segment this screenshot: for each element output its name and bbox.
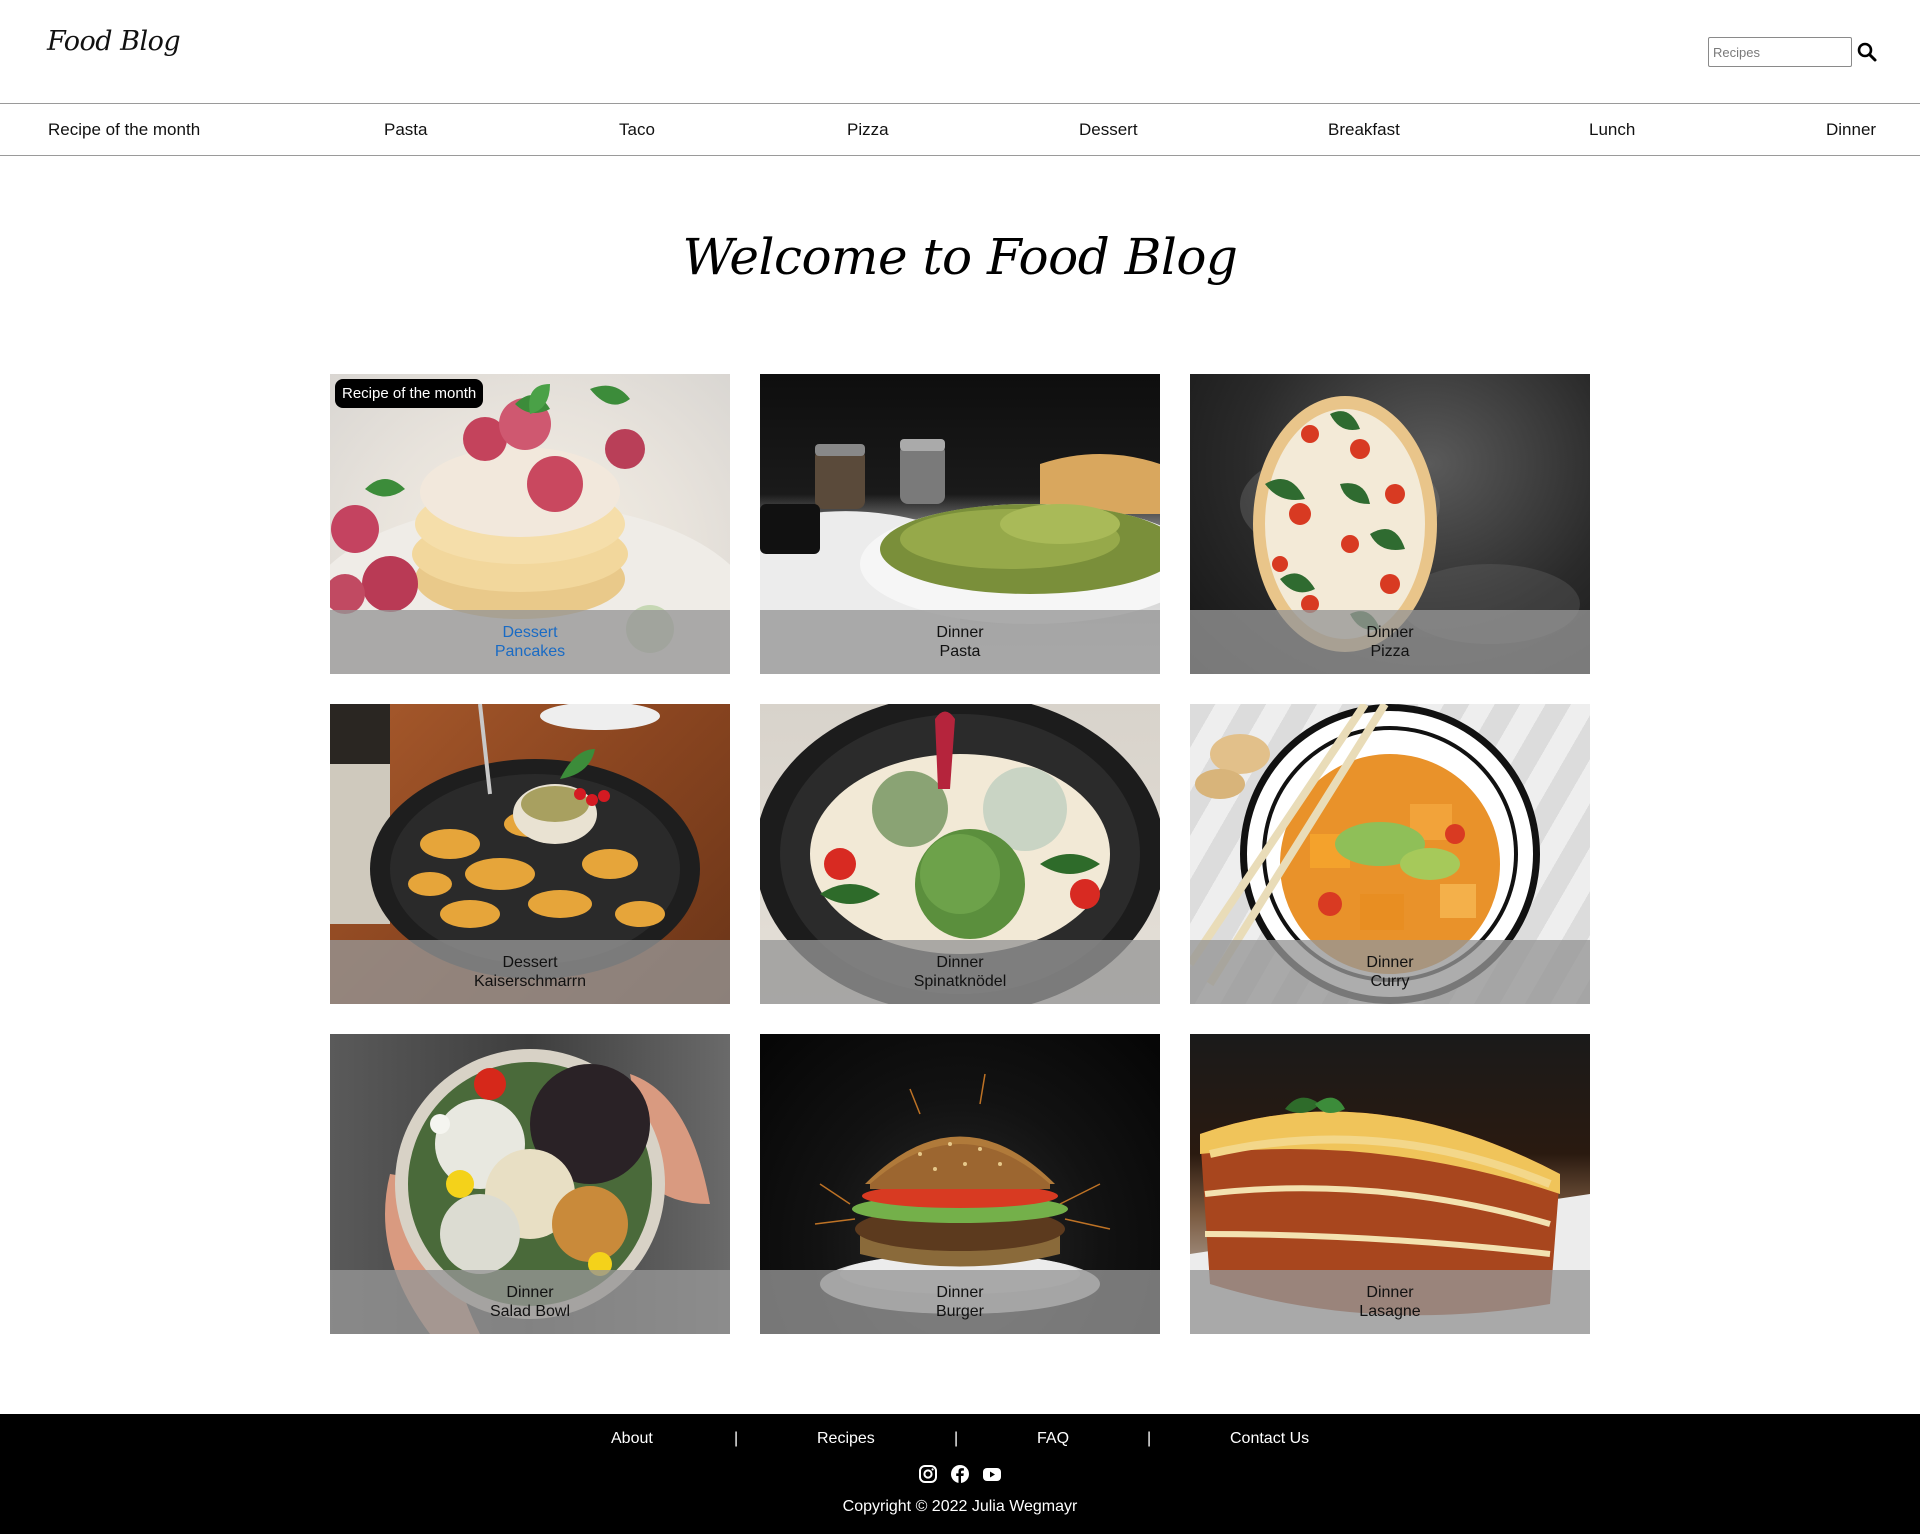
nav-item-pizza[interactable]: Pizza: [847, 120, 889, 140]
card-title[interactable]: Pancakes: [495, 642, 565, 661]
footer-link-recipes[interactable]: Recipes: [817, 1430, 875, 1448]
card-caption: Dinner Lasagne: [1190, 1270, 1590, 1334]
card-category[interactable]: Dessert: [502, 623, 557, 642]
youtube-icon[interactable]: [982, 1464, 1002, 1484]
card-title[interactable]: Pasta: [940, 642, 981, 661]
card-category[interactable]: Dinner: [936, 1283, 983, 1302]
card-title[interactable]: Pizza: [1370, 642, 1409, 661]
card-title[interactable]: Spinatknödel: [914, 972, 1007, 991]
footer-separator: |: [734, 1430, 739, 1447]
page-title: Welcome to Food Blog: [682, 228, 1238, 286]
recipe-card-spinatknoedel[interactable]: Dinner Spinatknödel: [760, 704, 1160, 1004]
card-category[interactable]: Dinner: [936, 623, 983, 642]
card-caption: Dinner Burger: [760, 1270, 1160, 1334]
nav-item-lunch[interactable]: Lunch: [1589, 120, 1635, 140]
card-category[interactable]: Dinner: [506, 1283, 553, 1302]
site-footer: About | Recipes | FAQ | Contact Us Copyr…: [0, 1414, 1920, 1534]
nav-item-dessert[interactable]: Dessert: [1079, 120, 1138, 140]
card-title[interactable]: Lasagne: [1359, 1302, 1420, 1321]
recipe-card-pasta[interactable]: Dinner Pasta: [760, 374, 1160, 674]
card-caption: Dinner Pizza: [1190, 610, 1590, 674]
recipe-of-the-month-badge: Recipe of the month: [335, 379, 484, 408]
recipe-grid: Recipe of the month Dessert Pancakes Din…: [330, 374, 1590, 1334]
facebook-icon[interactable]: [950, 1464, 970, 1484]
card-caption: Dinner Pasta: [760, 610, 1160, 674]
footer-separator: |: [1147, 1430, 1152, 1447]
recipe-card-curry[interactable]: Dinner Curry: [1190, 704, 1590, 1004]
recipe-card-pancakes[interactable]: Recipe of the month Dessert Pancakes: [330, 374, 730, 674]
card-title[interactable]: Curry: [1370, 972, 1409, 991]
card-category[interactable]: Dessert: [502, 953, 557, 972]
recipe-card-kaiserschmarrn[interactable]: Dessert Kaiserschmarrn: [330, 704, 730, 1004]
nav-item-dinner[interactable]: Dinner: [1826, 120, 1876, 140]
footer-link-about[interactable]: About: [611, 1430, 653, 1448]
card-category[interactable]: Dinner: [1366, 623, 1413, 642]
site-header: Food Blog: [0, 0, 1920, 104]
recipe-card-pizza[interactable]: Dinner Pizza: [1190, 374, 1590, 674]
card-title[interactable]: Burger: [936, 1302, 984, 1321]
footer-link-contact-us[interactable]: Contact Us: [1230, 1430, 1309, 1448]
instagram-icon[interactable]: [918, 1464, 938, 1484]
card-caption: Dessert Pancakes: [330, 610, 730, 674]
search-icon[interactable]: [1856, 41, 1878, 63]
copyright-text: Copyright © 2022 Julia Wegmayr: [842, 1498, 1078, 1515]
site-logo[interactable]: Food Blog: [47, 26, 181, 57]
footer-separator: |: [954, 1430, 959, 1447]
recipe-card-salad-bowl[interactable]: Dinner Salad Bowl: [330, 1034, 730, 1334]
card-category[interactable]: Dinner: [1366, 1283, 1413, 1302]
recipe-card-lasagne[interactable]: Dinner Lasagne: [1190, 1034, 1590, 1334]
card-category[interactable]: Dinner: [1366, 953, 1413, 972]
card-caption: Dessert Kaiserschmarrn: [330, 940, 730, 1004]
nav-item-breakfast[interactable]: Breakfast: [1328, 120, 1400, 140]
card-caption: Dinner Salad Bowl: [330, 1270, 730, 1334]
nav-item-pasta[interactable]: Pasta: [384, 120, 427, 140]
card-title[interactable]: Salad Bowl: [490, 1302, 570, 1321]
card-category[interactable]: Dinner: [936, 953, 983, 972]
main-nav: Recipe of the month Pasta Taco Pizza Des…: [0, 104, 1920, 156]
card-caption: Dinner Spinatknödel: [760, 940, 1160, 1004]
card-caption: Dinner Curry: [1190, 940, 1590, 1004]
search-input[interactable]: [1708, 37, 1852, 67]
footer-link-faq[interactable]: FAQ: [1037, 1430, 1069, 1448]
recipe-card-burger[interactable]: Dinner Burger: [760, 1034, 1160, 1334]
nav-item-taco[interactable]: Taco: [619, 120, 655, 140]
card-title[interactable]: Kaiserschmarrn: [474, 972, 586, 991]
nav-item-recipe-of-the-month[interactable]: Recipe of the month: [48, 120, 200, 140]
search-bar: [1708, 37, 1878, 67]
